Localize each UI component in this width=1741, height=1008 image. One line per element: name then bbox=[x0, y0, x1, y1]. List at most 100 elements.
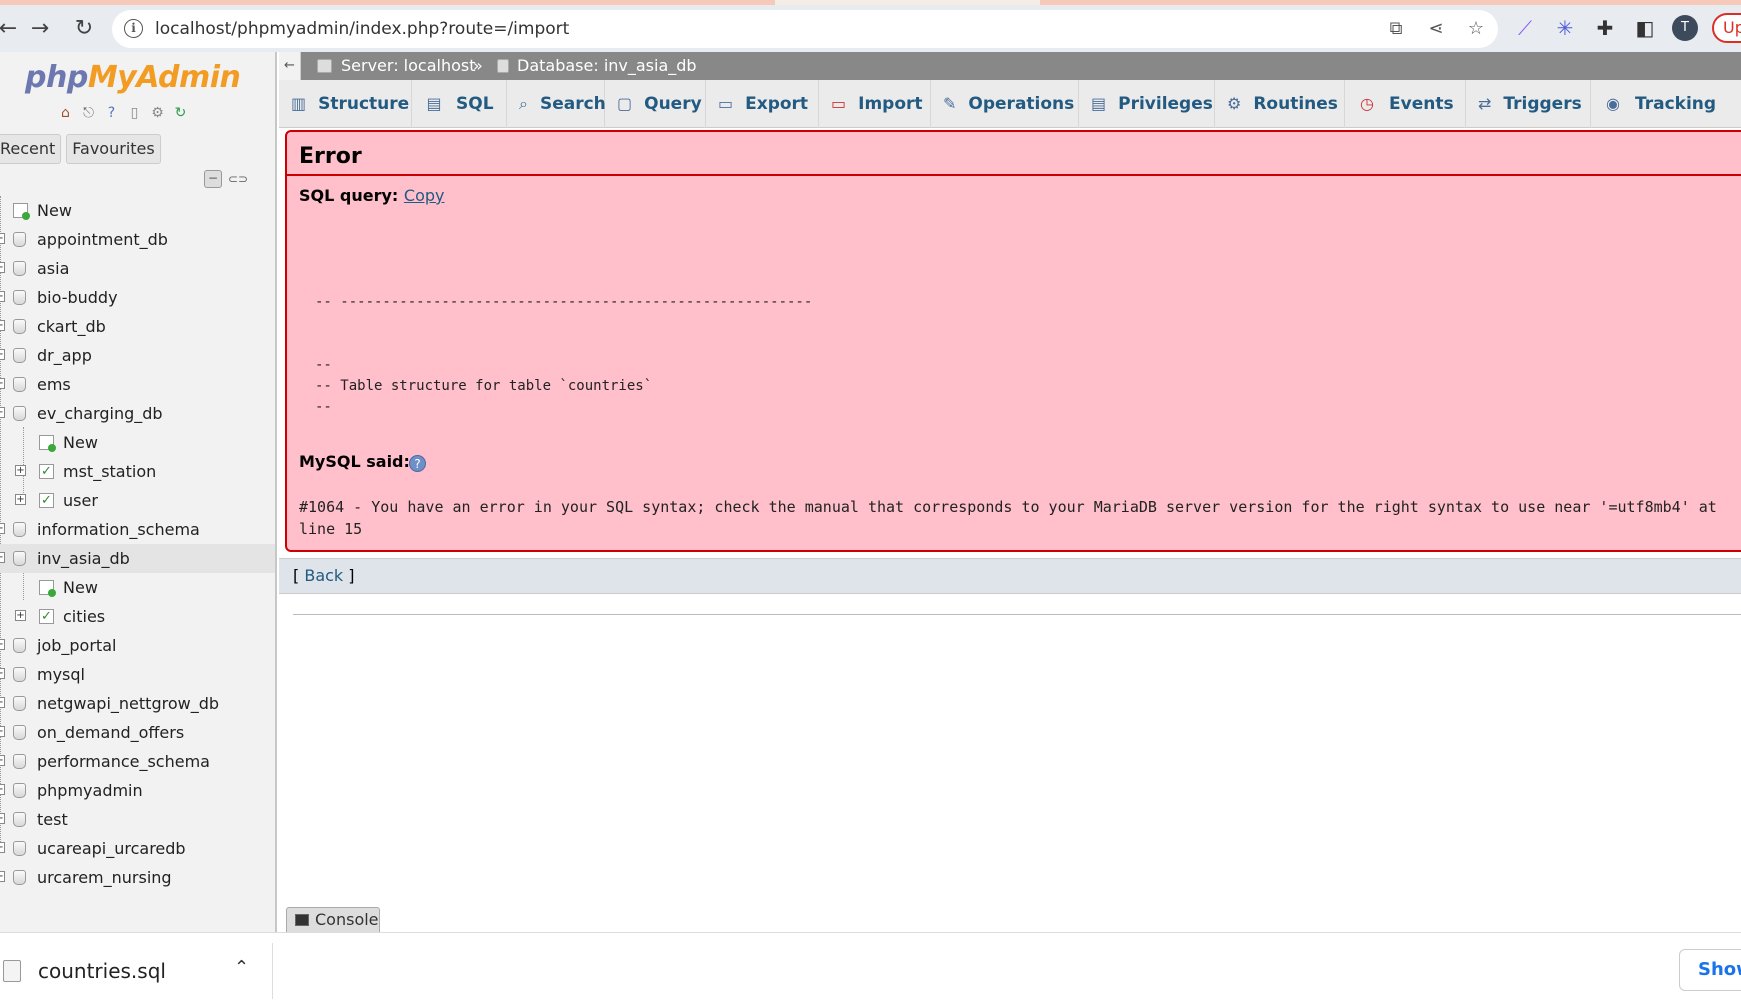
tree-item-database[interactable]: −ev_charging_db bbox=[0, 399, 275, 428]
browser-tab[interactable] bbox=[1040, 0, 1741, 5]
tree-item-database-active[interactable]: −inv_asia_db bbox=[0, 544, 275, 573]
tab-privileges[interactable]: ▤ Privileges bbox=[1079, 80, 1215, 128]
tab-tracking[interactable]: ◉ Tracking bbox=[1591, 80, 1741, 128]
breadcrumb-database[interactable]: Database: inv_asia_db bbox=[517, 52, 697, 80]
logout-icon[interactable]: ⎋ bbox=[79, 104, 98, 123]
collapse-icon[interactable]: − bbox=[0, 407, 5, 418]
expand-icon[interactable]: + bbox=[0, 755, 5, 766]
reload-icon[interactable]: ↻ bbox=[70, 14, 98, 42]
breadcrumb-server[interactable]: Server: localhost bbox=[341, 52, 475, 80]
tree-item-database[interactable]: +netgwapi_nettgrow_db bbox=[0, 689, 275, 718]
tab-triggers[interactable]: ⇄ Triggers bbox=[1466, 80, 1591, 128]
expand-icon[interactable]: + bbox=[0, 668, 5, 679]
collapse-icon[interactable]: − bbox=[0, 552, 5, 563]
tree-item-database[interactable]: +appointment_db bbox=[0, 225, 275, 254]
reload-navigation-icon[interactable]: ↻ bbox=[171, 104, 190, 123]
expand-icon[interactable]: + bbox=[0, 813, 5, 824]
tab-recent[interactable]: Recent bbox=[0, 134, 62, 164]
tab-routines[interactable]: ⚙ Routines bbox=[1215, 80, 1345, 128]
error-box: Error SQL query: Copy -- ---------------… bbox=[285, 130, 1741, 552]
copy-link[interactable]: Copy bbox=[404, 186, 445, 205]
help-icon[interactable]: ? bbox=[102, 104, 121, 123]
tree-item-table[interactable]: + ✓ cities bbox=[0, 602, 275, 631]
expand-icon[interactable]: + bbox=[0, 291, 5, 302]
tree-item-database[interactable]: +test bbox=[0, 805, 275, 834]
documentation-help-icon[interactable]: ? bbox=[409, 455, 426, 472]
tree-item-database[interactable]: +dr_app bbox=[0, 341, 275, 370]
expand-icon[interactable]: + bbox=[0, 233, 5, 244]
tab-query[interactable]: ▢ Query bbox=[605, 80, 706, 128]
download-filename[interactable]: countries.sql bbox=[38, 959, 166, 983]
tab-operations[interactable]: ✎ Operations bbox=[931, 80, 1079, 128]
expand-icon[interactable]: + bbox=[0, 871, 5, 882]
expand-icon[interactable]: + bbox=[15, 465, 26, 476]
expand-icon[interactable]: + bbox=[0, 320, 5, 331]
nav-tabs: Recent Favourites bbox=[0, 134, 161, 164]
expand-icon[interactable]: + bbox=[15, 610, 26, 621]
pen-extension-icon[interactable]: ⟋ bbox=[1512, 15, 1538, 41]
expand-icon[interactable]: + bbox=[0, 842, 5, 853]
tree-item-database[interactable]: +ckart_db bbox=[0, 312, 275, 341]
extensions-puzzle-icon[interactable]: ✚ bbox=[1592, 15, 1618, 41]
expand-icon[interactable]: + bbox=[0, 697, 5, 708]
url-text[interactable]: localhost/phpmyadmin/index.php?route=/im… bbox=[155, 19, 569, 39]
tree-item-table[interactable]: + ✓ mst_station bbox=[0, 457, 275, 486]
side-panel-icon[interactable]: ◧ bbox=[1632, 15, 1658, 41]
tab-structure[interactable]: ▥ Structure bbox=[279, 80, 412, 128]
tree-item-database[interactable]: +ucareapi_urcaredb bbox=[0, 834, 275, 863]
tree-item-new-table[interactable]: New bbox=[0, 573, 275, 602]
console-toggle[interactable]: Console bbox=[286, 907, 380, 932]
tab-import[interactable]: ▭ Import bbox=[819, 80, 931, 128]
tree-item-database[interactable]: +performance_schema bbox=[0, 747, 275, 776]
expand-icon[interactable]: + bbox=[0, 726, 5, 737]
home-icon[interactable]: ⌂ bbox=[56, 104, 75, 123]
tab-favourites[interactable]: Favourites bbox=[66, 134, 161, 164]
expand-icon[interactable]: + bbox=[0, 639, 5, 650]
database-icon bbox=[13, 348, 26, 363]
share-icon[interactable]: ⋖ bbox=[1424, 17, 1448, 41]
profile-avatar[interactable]: T bbox=[1672, 15, 1698, 41]
phpmyadmin-logo[interactable]: phpMyAdmin bbox=[25, 60, 241, 95]
open-in-app-icon[interactable]: ⧉ bbox=[1384, 17, 1408, 41]
back-link[interactable]: Back bbox=[304, 566, 343, 585]
browser-tab[interactable] bbox=[0, 0, 775, 5]
tree-item-database[interactable]: +information_schema bbox=[0, 515, 275, 544]
expand-icon[interactable]: + bbox=[0, 378, 5, 389]
tree-item-database[interactable]: +phpmyadmin bbox=[0, 776, 275, 805]
collapse-all-icon[interactable]: − bbox=[204, 170, 222, 188]
expand-icon[interactable]: + bbox=[0, 262, 5, 273]
tab-strip bbox=[0, 0, 1741, 5]
tree-item-new[interactable]: New bbox=[0, 196, 275, 225]
expand-icon[interactable]: + bbox=[0, 523, 5, 534]
settings-gear-icon[interactable]: ⚙ bbox=[148, 104, 167, 123]
tree-item-database[interactable]: +on_demand_offers bbox=[0, 718, 275, 747]
collapse-nav-arrow-icon[interactable]: ← bbox=[279, 52, 301, 80]
error-message: #1064 - You have an error in your SQL sy… bbox=[299, 498, 1717, 538]
asterisk-extension-icon[interactable]: ✳ bbox=[1552, 15, 1578, 41]
back-arrow-icon[interactable]: ← bbox=[0, 14, 22, 42]
tree-item-new-table[interactable]: New bbox=[0, 428, 275, 457]
tree-item-database[interactable]: +ems bbox=[0, 370, 275, 399]
bookmark-star-icon[interactable]: ☆ bbox=[1464, 17, 1488, 41]
tree-item-table[interactable]: + ✓ user bbox=[0, 486, 275, 515]
tree-item-database[interactable]: +urcarem_nursing bbox=[0, 863, 275, 892]
tab-search[interactable]: ⌕ Search bbox=[507, 80, 606, 128]
expand-icon[interactable]: + bbox=[0, 349, 5, 360]
expand-icon[interactable]: + bbox=[0, 784, 5, 795]
tab-sql[interactable]: ▤ SQL bbox=[412, 80, 507, 128]
tab-events[interactable]: ◷ Events bbox=[1345, 80, 1466, 128]
show-all-button[interactable]: Show bbox=[1679, 949, 1741, 991]
tree-item-database[interactable]: +bio-buddy bbox=[0, 283, 275, 312]
tree-item-database[interactable]: +mysql bbox=[0, 660, 275, 689]
documentation-icon[interactable]: ▯ bbox=[125, 104, 144, 123]
site-info-icon[interactable]: i bbox=[124, 19, 143, 38]
link-with-main-icon[interactable]: ⊂⊃ bbox=[228, 172, 248, 186]
tree-item-database[interactable]: +job_portal bbox=[0, 631, 275, 660]
chevron-up-icon[interactable]: ⌃ bbox=[234, 957, 249, 978]
tree-item-database[interactable]: +asia bbox=[0, 254, 275, 283]
expand-icon[interactable]: + bbox=[15, 494, 26, 505]
address-bar[interactable]: i localhost/phpmyadmin/index.php?route=/… bbox=[112, 10, 1498, 48]
forward-arrow-icon[interactable]: → bbox=[26, 14, 54, 42]
tab-export[interactable]: ▭ Export bbox=[706, 80, 819, 128]
update-button[interactable]: Up bbox=[1712, 13, 1741, 43]
